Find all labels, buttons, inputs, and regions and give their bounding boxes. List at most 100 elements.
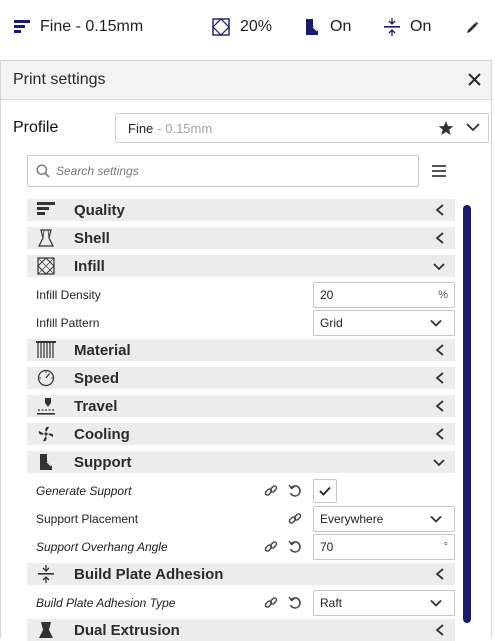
setting-infill-pattern: Infill Pattern Grid (27, 309, 455, 337)
field-value: 20 (320, 288, 334, 302)
category-label: Infill (74, 257, 105, 275)
field-unit: ° (443, 541, 448, 553)
chevron-down-icon (466, 123, 480, 132)
field-unit: % (438, 289, 448, 301)
setting-label: Generate Support (36, 484, 132, 498)
print-settings-panel: Print settings Profile Fine - 0.15mm Qua… (0, 60, 492, 641)
setting-build-plate-adhesion-type: Build Plate Adhesion Type Raft (27, 589, 455, 617)
checkmark-icon (319, 486, 331, 496)
custom-settings-button[interactable] (466, 0, 479, 54)
link-icon[interactable] (264, 484, 278, 498)
reset-icon[interactable] (288, 596, 302, 610)
setting-label: Infill Pattern (36, 316, 100, 330)
chevron-left-icon (435, 624, 444, 636)
field-value: Grid (320, 316, 343, 330)
field-value: Everywhere (320, 512, 384, 526)
support-placement-dropdown[interactable]: Everywhere (313, 506, 455, 532)
profile-detail: - 0.15mm (157, 120, 213, 136)
infill-summary[interactable]: 20% (212, 0, 272, 54)
profile-row: Profile Fine - 0.15mm (13, 113, 489, 143)
support-icon (35, 452, 57, 472)
quality-icon (14, 20, 30, 33)
search-icon (36, 164, 50, 178)
setting-label: Support Placement (36, 512, 139, 526)
travel-icon (35, 396, 57, 416)
link-icon[interactable] (264, 596, 278, 610)
adhesion-type-dropdown[interactable]: Raft (313, 590, 455, 616)
setting-label: Infill Density (36, 288, 101, 302)
scrollbar[interactable] (463, 205, 471, 623)
reset-icon[interactable] (288, 540, 302, 554)
setting-infill-density: Infill Density 20 % (27, 281, 455, 309)
support-overhang-angle-input[interactable]: 70 ° (313, 534, 455, 560)
category-label: Material (74, 341, 131, 359)
category-travel[interactable]: Travel (27, 395, 455, 417)
category-quality[interactable]: Quality (27, 199, 455, 221)
generate-support-checkbox[interactable] (313, 479, 337, 503)
chevron-down-icon (430, 319, 442, 327)
close-button[interactable] (468, 70, 481, 90)
reset-icon[interactable] (288, 484, 302, 498)
chevron-left-icon (435, 428, 444, 440)
chevron-left-icon (435, 204, 444, 216)
adhesion-icon (35, 564, 57, 584)
star-icon[interactable] (438, 120, 454, 136)
chevron-down-icon (433, 459, 445, 467)
print-setup-bar[interactable]: Fine - 0.15mm 20% On On (0, 0, 495, 54)
category-label: Support (74, 453, 132, 471)
search-input[interactable] (54, 163, 398, 179)
chevron-down-icon (433, 263, 445, 271)
field-value: 70 (320, 540, 334, 554)
settings-menu-icon[interactable] (431, 163, 447, 179)
adhesion-icon (384, 18, 400, 36)
category-infill[interactable]: Infill (27, 255, 455, 277)
speed-icon (35, 368, 57, 388)
category-label: Dual Extrusion (74, 621, 180, 639)
quality-value: Fine - 0.15mm (40, 18, 144, 35)
link-icon[interactable] (264, 540, 278, 554)
chevron-left-icon (435, 568, 444, 580)
chevron-left-icon (435, 232, 444, 244)
category-label: Quality (74, 201, 125, 219)
setting-generate-support: Generate Support (27, 477, 455, 505)
infill-icon (212, 18, 230, 36)
support-icon (306, 19, 318, 35)
category-shell[interactable]: Shell (27, 227, 455, 249)
quality-icon (35, 200, 57, 220)
infill-value: 20% (240, 18, 273, 35)
category-cooling[interactable]: Cooling (27, 423, 455, 445)
panel-header: Print settings (1, 61, 491, 100)
fan-icon (35, 424, 57, 444)
dual-extrusion-icon (35, 620, 57, 640)
setting-support-placement: Support Placement Everywhere (27, 505, 455, 533)
material-icon (35, 340, 57, 360)
adhesion-value: On (410, 18, 432, 35)
shell-icon (35, 228, 57, 248)
pencil-icon (467, 21, 479, 33)
infill-density-input[interactable]: 20 % (313, 282, 455, 308)
chevron-down-icon (430, 515, 442, 523)
category-support[interactable]: Support (27, 451, 455, 473)
category-label: Shell (74, 229, 110, 247)
support-summary[interactable]: On (304, 0, 351, 54)
search-field[interactable] (27, 155, 419, 187)
adhesion-summary[interactable]: On (384, 0, 431, 54)
chevron-left-icon (435, 372, 444, 384)
support-value: On (330, 18, 352, 35)
category-material[interactable]: Material (27, 339, 455, 361)
profile-label: Profile (13, 119, 59, 136)
category-label: Speed (74, 369, 120, 387)
panel-title: Print settings (13, 71, 106, 88)
quality-summary[interactable]: Fine - 0.15mm (14, 0, 143, 54)
setting-label: Support Overhang Angle (36, 540, 168, 554)
setting-label: Build Plate Adhesion Type (36, 596, 176, 610)
category-speed[interactable]: Speed (27, 367, 455, 389)
field-value: Raft (320, 596, 343, 610)
link-icon[interactable] (288, 512, 302, 526)
profile-dropdown[interactable]: Fine - 0.15mm (115, 113, 489, 143)
category-label: Cooling (74, 425, 130, 443)
category-label: Travel (74, 397, 118, 415)
category-build-plate-adhesion[interactable]: Build Plate Adhesion (27, 563, 455, 585)
infill-pattern-dropdown[interactable]: Grid (313, 310, 455, 336)
chevron-left-icon (435, 344, 444, 356)
